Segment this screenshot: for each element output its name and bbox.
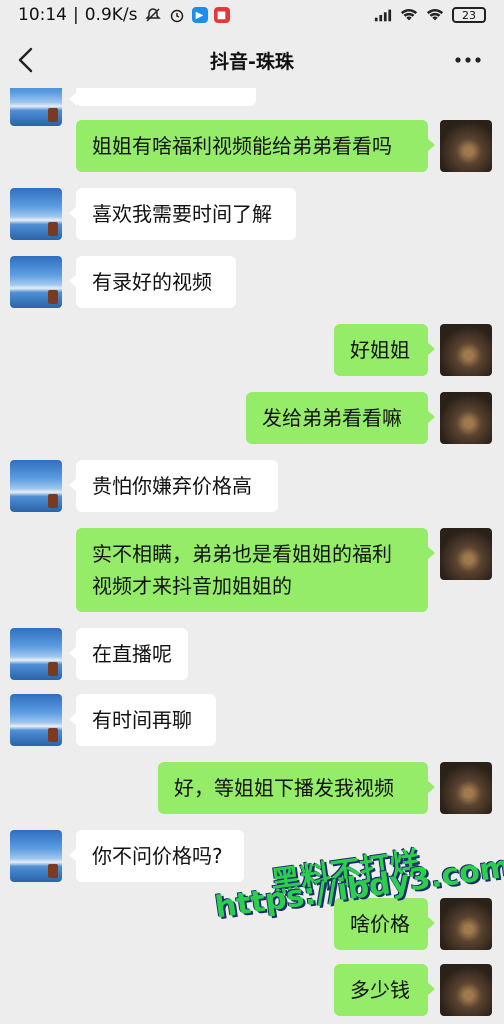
my-avatar[interactable] — [440, 964, 492, 1016]
received-message-bubble[interactable]: 你不问价格吗? — [69, 830, 244, 882]
cellular-signal-icon — [374, 6, 392, 24]
received-message-bubble[interactable]: 在直播呢 — [69, 628, 188, 680]
game-app-icon: ■ — [213, 7, 230, 23]
battery-indicator: 23 — [452, 7, 486, 23]
message-row: 发给弟弟看看嘛 — [0, 392, 504, 444]
chat-title: 抖音-珠珠 — [210, 50, 294, 73]
more-icon — [455, 57, 481, 63]
my-avatar[interactable] — [440, 324, 492, 376]
more-options-button[interactable] — [450, 44, 486, 76]
contact-avatar[interactable] — [10, 628, 62, 680]
contact-avatar[interactable] — [10, 460, 62, 512]
contact-avatar[interactable] — [10, 188, 62, 240]
message-row: 有录好的视频 — [0, 256, 504, 308]
chat-header: 抖音-珠珠 — [0, 30, 504, 90]
message-row: 姐姐有啥福利视频能给弟弟看看吗 — [0, 120, 504, 172]
app-notification-icon: ▶ — [191, 7, 208, 23]
message-row: 有时间再聊 — [0, 694, 504, 746]
message-row: 啥价格 — [0, 898, 504, 950]
contact-avatar[interactable] — [10, 694, 62, 746]
wifi-icon-2 — [426, 6, 444, 24]
my-avatar[interactable] — [440, 898, 492, 950]
status-divider: | — [73, 5, 79, 25]
message-row: 你不问价格吗? — [0, 830, 504, 882]
my-avatar[interactable] — [440, 120, 492, 172]
status-bar: 10:14 | 0.9K/s ▶ ■ 23 — [0, 0, 504, 30]
message-list[interactable]: 姐姐有啥福利视频能给弟弟看看吗喜欢我需要时间了解 有录好的视频好姐姐发给弟弟看看嘛… — [0, 88, 504, 1024]
message-row: 在直播呢 — [0, 628, 504, 680]
status-right: 23 — [374, 6, 486, 24]
message-row: 好姐姐 — [0, 324, 504, 376]
sent-message-bubble[interactable]: 好姐姐 — [334, 324, 435, 376]
my-avatar[interactable] — [440, 528, 492, 580]
my-avatar[interactable] — [440, 392, 492, 444]
contact-avatar[interactable] — [10, 830, 62, 882]
sent-message-bubble[interactable]: 多少钱 — [334, 964, 435, 1016]
back-button[interactable] — [8, 42, 44, 78]
message-row: 贵怕你嫌弃价格高 — [0, 460, 504, 512]
received-message-bubble[interactable] — [69, 88, 256, 106]
received-message-bubble[interactable]: 有时间再聊 — [69, 694, 216, 746]
sent-message-bubble[interactable]: 实不相瞒，弟弟也是看姐姐的福利 视频才来抖音加姐姐的 — [76, 528, 435, 612]
mute-icon — [144, 6, 162, 24]
message-row: 多少钱 — [0, 964, 504, 1016]
sent-message-bubble[interactable]: 发给弟弟看看嘛 — [246, 392, 435, 444]
status-network-speed: 0.9K/s — [84, 5, 138, 25]
alarm-icon — [168, 6, 186, 24]
message-row: 喜欢我需要时间了解 — [0, 188, 504, 240]
message-row — [0, 88, 504, 126]
message-row: 实不相瞒，弟弟也是看姐姐的福利 视频才来抖音加姐姐的 — [0, 528, 504, 612]
sent-message-bubble[interactable]: 好，等姐姐下播发我视频 — [158, 762, 435, 814]
received-message-bubble[interactable]: 贵怕你嫌弃价格高 — [69, 460, 278, 512]
status-time: 10:14 — [18, 5, 67, 25]
message-row: 好，等姐姐下播发我视频 — [0, 762, 504, 814]
wifi-icon — [400, 6, 418, 24]
contact-avatar[interactable] — [10, 256, 62, 308]
received-message-bubble[interactable]: 有录好的视频 — [69, 256, 236, 308]
status-left: 10:14 | 0.9K/s ▶ ■ — [18, 5, 230, 25]
sent-message-bubble[interactable]: 啥价格 — [334, 898, 435, 950]
my-avatar[interactable] — [440, 762, 492, 814]
sent-message-bubble[interactable]: 姐姐有啥福利视频能给弟弟看看吗 — [76, 120, 435, 172]
received-message-bubble[interactable]: 喜欢我需要时间了解 — [69, 188, 296, 240]
chevron-left-icon — [18, 47, 33, 73]
